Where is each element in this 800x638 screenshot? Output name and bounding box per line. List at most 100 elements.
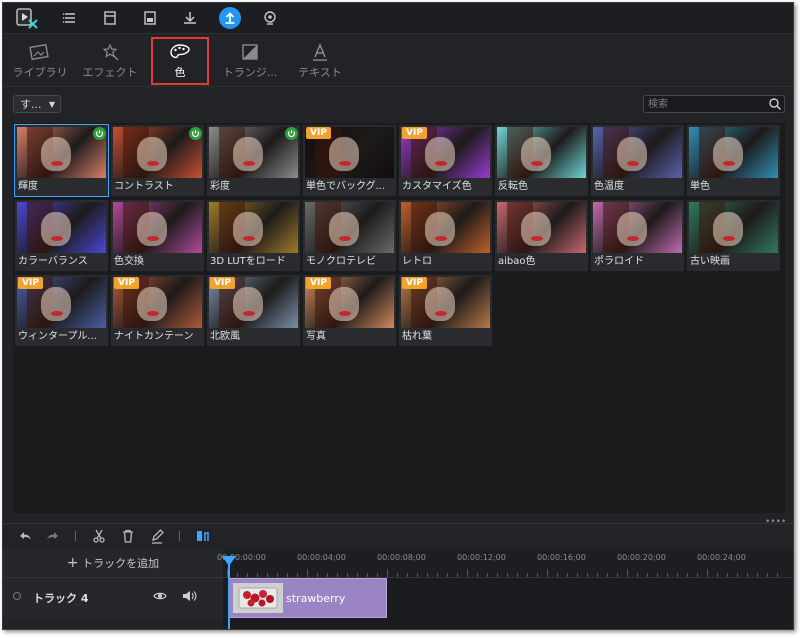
effect-name: 単色でバックグ... — [306, 181, 386, 192]
effect-tile[interactable]: VIP 写真 — [303, 275, 396, 346]
ruler-tick-label: 00:00:04;00 — [297, 553, 346, 562]
effect-tile[interactable]: 彩度 — [207, 125, 300, 196]
effect-tile[interactable]: 古い映画 — [687, 200, 780, 271]
resize-handle[interactable]: •••• — [765, 517, 786, 527]
magic-wand-icon — [102, 43, 119, 61]
thumbnail-lips — [627, 236, 639, 241]
effect-name: 単色 — [690, 181, 710, 192]
clip-name: strawberry — [286, 592, 346, 605]
thumbnail-lips — [435, 161, 447, 166]
tab-transitions[interactable]: トランジ... — [214, 40, 286, 84]
track-name: トラック 4 — [33, 592, 89, 605]
vip-badge: VIP — [18, 277, 43, 289]
delete-icon[interactable] — [120, 527, 136, 545]
playhead-line — [228, 556, 230, 629]
tab-label: エフェクト — [82, 66, 138, 79]
effect-thumbnail — [593, 127, 682, 178]
track-lane[interactable]: strawberry — [223, 577, 793, 629]
eye-visibility-icon[interactable] — [153, 590, 167, 602]
effect-tile[interactable]: VIP ウィンタープル... — [15, 275, 108, 346]
effect-name: ウィンタープル... — [18, 331, 97, 342]
effect-name: 写真 — [306, 331, 326, 342]
thumbnail-lips — [243, 236, 255, 241]
list-menu-icon[interactable] — [60, 8, 80, 28]
tab-label: ライブラリ — [12, 66, 68, 79]
edit-pencil-icon[interactable] — [149, 527, 165, 545]
record-camera-icon[interactable] — [260, 8, 280, 28]
cut-icon[interactable] — [91, 527, 107, 545]
clip-thumbnail — [233, 583, 283, 613]
tab-text[interactable]: テキスト — [284, 40, 356, 84]
effect-name: aibao色 — [498, 256, 536, 267]
effect-name: 古い映画 — [690, 256, 730, 267]
video-clip[interactable]: strawberry — [229, 578, 387, 618]
redo-icon[interactable] — [45, 527, 61, 545]
ruler-mark — [387, 569, 388, 577]
search-box[interactable] — [643, 95, 785, 113]
category-tabs: ライブラリ エフェクト 色 トランジ... テキスト — [3, 34, 793, 87]
effect-tile[interactable]: 色交換 — [111, 200, 204, 271]
search-icon[interactable] — [768, 96, 782, 112]
add-track-label: トラックを追加 — [82, 557, 160, 570]
search-input[interactable] — [648, 96, 766, 112]
effect-tile[interactable]: VIP 北欧風 — [207, 275, 300, 346]
category-filter-dropdown[interactable]: す... ▼ — [13, 95, 61, 113]
effect-tile[interactable]: カラーバランス — [15, 200, 108, 271]
effect-tile[interactable]: 色温度 — [591, 125, 684, 196]
thumbnail-lips — [147, 161, 159, 166]
effect-tile[interactable]: 3D LUTをロード — [207, 200, 300, 271]
playhead-handle[interactable] — [222, 556, 236, 566]
vip-badge: VIP — [114, 277, 139, 289]
track-select-radio[interactable] — [13, 592, 21, 600]
effect-tile[interactable]: 反転色 — [495, 125, 588, 196]
effect-thumbnail — [689, 202, 778, 253]
effect-thumbnail — [209, 202, 298, 253]
effect-tile[interactable]: レトロ — [399, 200, 492, 271]
effect-name: カスタマイズ色 — [402, 181, 472, 192]
tab-label: テキスト — [298, 66, 342, 79]
download-icon[interactable] — [180, 8, 200, 28]
thumbnail-lips — [243, 161, 255, 166]
effect-thumbnail — [113, 202, 202, 253]
effect-tile[interactable]: aibao色 — [495, 200, 588, 271]
export-upload-icon[interactable] — [219, 7, 241, 29]
thumbnail-lips — [51, 161, 63, 166]
effect-tile[interactable]: ポラロイド — [591, 200, 684, 271]
thumbnail-lips — [339, 161, 351, 166]
effect-tile[interactable]: VIP ナイトカンテーン — [111, 275, 204, 346]
effect-name: カラーバランス — [18, 256, 88, 267]
speaker-volume-icon[interactable] — [181, 589, 197, 603]
thumbnail-lips — [51, 236, 63, 241]
add-track-button[interactable]: + トラックを追加 — [3, 549, 223, 577]
effect-tile[interactable]: VIP カスタマイズ色 — [399, 125, 492, 196]
thumbnail-lips — [147, 236, 159, 241]
effect-tile[interactable]: VIP 枯れ葉 — [399, 275, 492, 346]
power-free-icon — [285, 127, 298, 140]
tab-effects[interactable]: エフェクト — [74, 40, 146, 84]
effect-thumbnail — [305, 202, 394, 253]
split-track-icon[interactable] — [195, 527, 211, 545]
effect-thumbnail — [497, 202, 586, 253]
effect-tile[interactable]: VIP 単色でバックグ... — [303, 125, 396, 196]
dropdown-value: す... — [20, 98, 42, 111]
top-toolbar — [3, 3, 793, 34]
thumbnail-lips — [723, 161, 735, 166]
effect-name: 北欧風 — [210, 331, 240, 342]
tab-library[interactable]: ライブラリ — [4, 40, 76, 84]
effect-tile[interactable]: モノクロテレビ — [303, 200, 396, 271]
track-header: トラック 4 — [3, 577, 223, 618]
save-project-icon[interactable] — [140, 8, 160, 28]
effect-name: レトロ — [402, 256, 432, 267]
new-project-icon[interactable] — [100, 8, 120, 28]
power-free-icon — [189, 127, 202, 140]
selected-tab-highlight — [151, 37, 209, 85]
effect-name: ポラロイド — [594, 256, 644, 267]
effect-thumbnail — [17, 202, 106, 253]
effect-tile[interactable]: 単色 — [687, 125, 780, 196]
timeline-ruler[interactable]: 00:00:00:00 00:00:04;00 00:00:08;00 00:00:1… — [217, 549, 793, 577]
effect-tile[interactable]: 輝度 — [14, 124, 109, 197]
effect-tile[interactable]: コントラスト — [111, 125, 204, 196]
color-effects-grid: 輝度 コントラスト 彩度 VIP 単色でバックグ... VIP カスタマイズ色 反転色 色温度 単… — [13, 123, 785, 513]
thumbnail-lips — [147, 311, 159, 316]
undo-icon[interactable] — [17, 527, 33, 545]
